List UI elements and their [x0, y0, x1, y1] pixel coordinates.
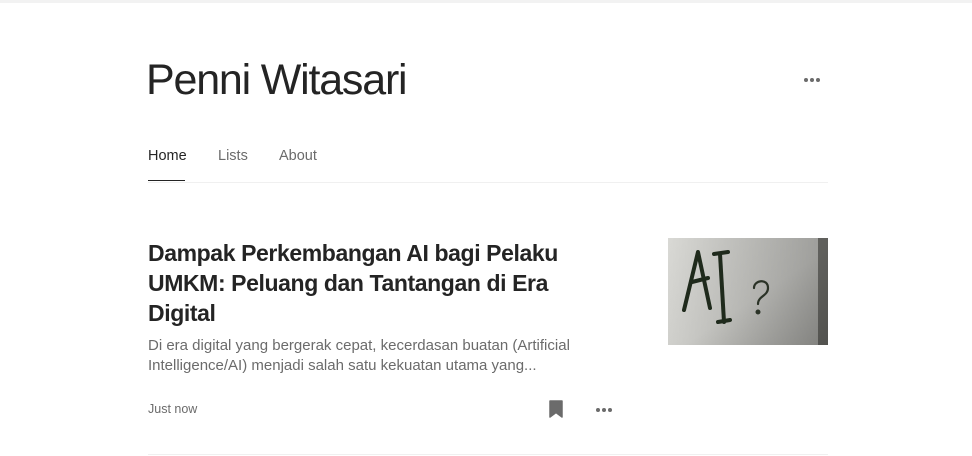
bookmark-button[interactable]: [546, 398, 566, 420]
thumbnail-image: [668, 238, 828, 345]
active-tab-indicator: [148, 180, 185, 181]
profile-more-button[interactable]: [796, 68, 828, 92]
more-horizontal-icon: [804, 78, 820, 82]
profile-page: Penni Witasari Home Lists About Dampak P…: [146, 0, 828, 456]
tab-home[interactable]: Home: [148, 148, 187, 164]
article-excerpt[interactable]: Di era digital yang bergerak cepat, kece…: [148, 336, 618, 376]
profile-tabs: Home Lists About: [148, 146, 828, 183]
article-title[interactable]: Dampak Perkembangan AI bagi Pelaku UMKM:…: [148, 238, 618, 328]
bookmark-icon: [549, 400, 563, 418]
article-divider: [148, 454, 828, 455]
more-horizontal-icon: [596, 408, 612, 412]
tab-about[interactable]: About: [279, 148, 317, 164]
tab-lists[interactable]: Lists: [218, 148, 248, 164]
article-more-button[interactable]: [592, 400, 616, 420]
article-thumbnail[interactable]: [668, 238, 828, 345]
article-date: Just now: [148, 402, 198, 416]
profile-name: Penni Witasari: [146, 56, 408, 104]
